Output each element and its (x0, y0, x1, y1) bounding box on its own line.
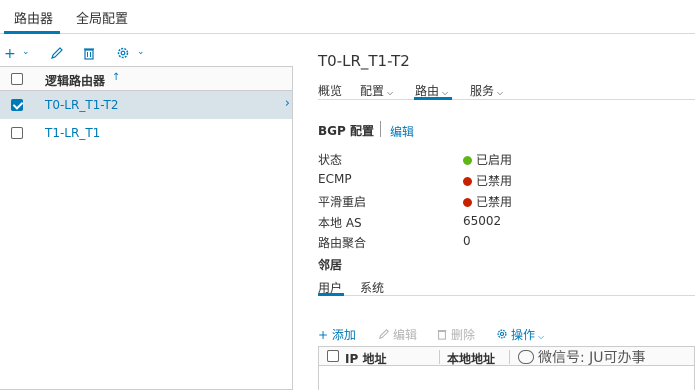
top-tab-bar: 路由器 全局配置 (0, 0, 695, 34)
chevron-down-icon[interactable]: ⌄ (22, 47, 30, 57)
plus-icon[interactable]: + (4, 46, 16, 62)
chevron-right-icon[interactable]: › (285, 96, 290, 111)
neighbors-table-body (318, 366, 695, 390)
divider (380, 121, 381, 137)
edit-neighbor-button[interactable]: 编辑 (378, 326, 417, 343)
detail-tab-bar: 概览 配置 ⌵ 路由 ⌵ 服务 ⌵ (318, 80, 695, 100)
actions-menu-button[interactable]: 操作 ⌵ (496, 326, 544, 343)
select-all-checkbox[interactable] (327, 350, 339, 362)
trash-icon[interactable] (82, 46, 96, 64)
column-title-logical-router[interactable]: 逻辑路由器 (45, 72, 105, 89)
tab-routers[interactable]: 路由器 (14, 8, 53, 27)
field-value-ecmp: 已禁用 (463, 172, 512, 189)
active-tab-indicator (414, 97, 452, 100)
router-list-panel: 逻辑路由器 ↑ T0-LR_T1-T2 › T1-LR_T1 (0, 66, 293, 390)
row-checkbox[interactable] (11, 127, 23, 139)
column-divider (439, 350, 440, 364)
field-value-graceful-restart: 已禁用 (463, 193, 512, 210)
router-row-t1[interactable]: T1-LR_T1 (0, 119, 292, 147)
field-label-route-aggregation: 路由聚合 (318, 236, 367, 250)
chevron-down-icon: ⌵ (442, 88, 449, 97)
tab-overview[interactable]: 概览 (318, 82, 342, 99)
bgp-edit-link[interactable]: 编辑 (390, 123, 414, 140)
watermark: 微信号: JU可办事 (518, 347, 646, 369)
tab-services[interactable]: 服务 ⌵ (470, 82, 503, 99)
status-dot-icon (463, 198, 472, 207)
wechat-icon (518, 350, 534, 364)
router-toolbar: + ⌄ ⌄ (0, 44, 290, 66)
router-name[interactable]: T0-LR_T1-T2 (45, 98, 118, 112)
field-label-local-as: 本地 AS (318, 216, 362, 230)
column-ip-address[interactable]: IP 地址 (345, 350, 386, 367)
field-value-route-aggregation: 0 (463, 234, 471, 248)
column-local-address[interactable]: 本地地址 (447, 350, 495, 367)
neighbors-toolbar: + 添加 编辑 删除 操作 ⌵ (318, 326, 695, 342)
chevron-down-icon[interactable]: ⌄ (137, 47, 145, 57)
trash-icon (437, 330, 447, 340)
active-tab-indicator (318, 293, 344, 296)
chevron-down-icon: ⌵ (497, 88, 504, 97)
pencil-icon (378, 328, 390, 340)
field-label-ecmp: ECMP (318, 172, 352, 186)
row-checkbox[interactable] (11, 99, 23, 111)
status-dot-icon (463, 156, 472, 165)
tab-global-config[interactable]: 全局配置 (76, 8, 128, 27)
page-title: T0-LR_T1-T2 (318, 52, 410, 70)
field-label-graceful-restart: 平滑重启 (318, 195, 367, 209)
field-value-local-as: 65002 (463, 214, 502, 228)
gear-icon[interactable] (116, 46, 130, 64)
router-row-t0[interactable]: T0-LR_T1-T2 › (0, 91, 292, 119)
chevron-down-icon: ⌵ (387, 88, 394, 97)
delete-neighbor-button[interactable]: 删除 (436, 326, 475, 343)
status-dot-icon (463, 177, 472, 186)
tab-system[interactable]: 系统 (360, 279, 384, 296)
sort-ascending-icon[interactable]: ↑ (112, 72, 120, 83)
active-tab-indicator (4, 31, 60, 34)
tab-configuration[interactable]: 配置 ⌵ (360, 82, 393, 99)
neighbors-tab-bar: 用户 系统 (318, 278, 695, 296)
bgp-section-title: BGP 配置 (318, 124, 374, 138)
field-value-status: 已启用 (463, 151, 512, 168)
chevron-down-icon: ⌵ (538, 332, 545, 341)
column-divider (509, 350, 510, 364)
router-list-header: 逻辑路由器 ↑ (0, 67, 292, 91)
neighbors-section-title: 邻居 (318, 258, 343, 272)
field-label-status: 状态 (318, 153, 343, 167)
router-name[interactable]: T1-LR_T1 (45, 126, 100, 140)
select-all-checkbox[interactable] (11, 73, 23, 85)
pencil-icon[interactable] (50, 46, 64, 64)
gear-icon (497, 329, 507, 339)
add-neighbor-button[interactable]: + 添加 (318, 326, 356, 343)
